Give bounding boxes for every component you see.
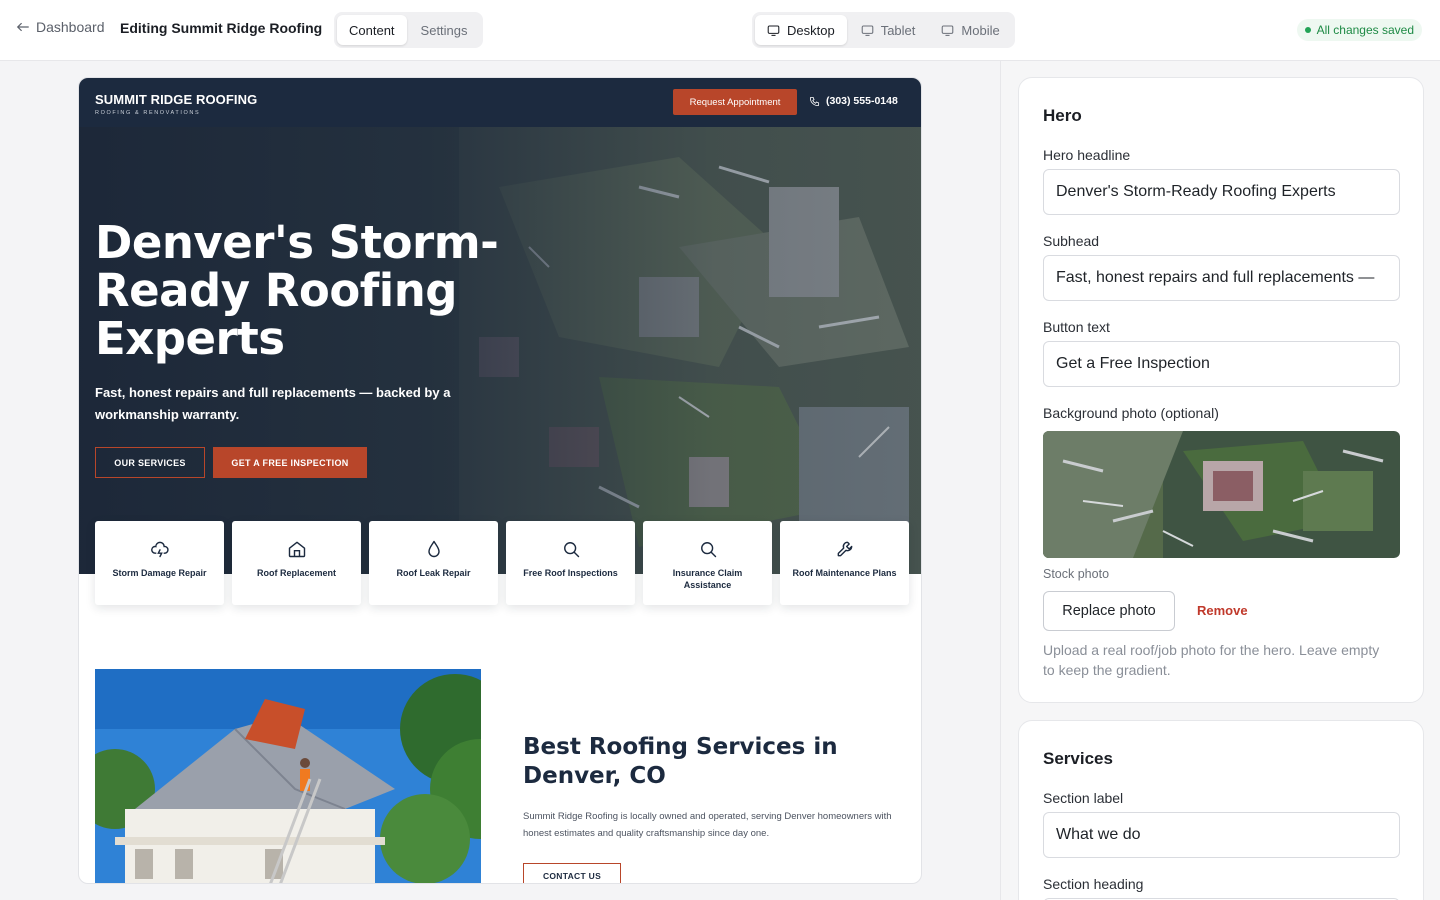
droplet-icon bbox=[427, 540, 440, 558]
hero-headline-label: Hero headline bbox=[1043, 147, 1131, 163]
card-title: Services bbox=[1043, 749, 1113, 768]
page-title: Editing Summit Ridge Roofing bbox=[120, 20, 323, 36]
contact-us-button[interactable]: CONTACT US bbox=[523, 863, 621, 883]
arrow-left-icon bbox=[16, 22, 29, 32]
tab-desktop-label: Desktop bbox=[787, 22, 835, 38]
button-text-input[interactable]: Get a Free Inspection bbox=[1043, 341, 1400, 387]
save-status-text: All changes saved bbox=[1316, 23, 1414, 37]
about-body: Summit Ridge Roofing is locally owned an… bbox=[523, 811, 892, 839]
hero-settings-card: Hero Hero headline Denver's Storm-Ready … bbox=[1018, 77, 1424, 703]
our-services-button[interactable]: OUR SERVICES bbox=[95, 447, 205, 478]
save-status-badge: All changes saved bbox=[1296, 19, 1422, 41]
service-label: Roof Replacement bbox=[256, 568, 336, 578]
home-icon bbox=[288, 541, 305, 558]
status-dot-icon bbox=[1304, 27, 1311, 33]
request-appointment-button[interactable]: Request Appointment bbox=[673, 89, 797, 115]
service-label: Free Roof Inspections bbox=[523, 568, 618, 578]
photo-caption: Stock photo bbox=[1043, 567, 1110, 581]
monitor-icon bbox=[767, 25, 780, 36]
preview-canvas: SUMMIT RIDGE ROOFING ROOFING & RENOVATIO… bbox=[0, 61, 1000, 900]
service-card[interactable]: Roof Maintenance Plans bbox=[780, 521, 909, 605]
subhead-input[interactable]: Fast, honest repairs and full replacemen… bbox=[1043, 255, 1400, 301]
tab-content[interactable]: Content bbox=[337, 15, 407, 45]
section-label-input[interactable]: What we do bbox=[1043, 812, 1400, 858]
tab-tablet[interactable]: Tablet bbox=[849, 15, 928, 45]
services-settings-card: Services Section label What we do Sectio… bbox=[1018, 720, 1424, 900]
service-label: Insurance Claim Assistance bbox=[672, 568, 743, 590]
hero-headline: Denver's Storm-Ready Roofing Experts bbox=[95, 216, 499, 365]
replace-photo-button[interactable]: Replace photo bbox=[1043, 591, 1175, 631]
service-label: Roof Leak Repair bbox=[396, 568, 471, 578]
hero-section: Denver's Storm-Ready Roofing Experts Fas… bbox=[79, 127, 921, 574]
site-logo[interactable]: SUMMIT RIDGE ROOFING ROOFING & RENOVATIO… bbox=[95, 92, 257, 116]
back-label: Dashboard bbox=[36, 19, 105, 35]
tab-mobile[interactable]: Mobile bbox=[929, 15, 1011, 45]
brand-name: SUMMIT RIDGE ROOFING bbox=[95, 92, 258, 107]
tab-mobile-label: Mobile bbox=[961, 22, 1000, 38]
tab-settings[interactable]: Settings bbox=[409, 15, 480, 45]
phone-icon bbox=[809, 96, 820, 106]
card-title: Hero bbox=[1043, 106, 1082, 125]
cloud-lightning-icon bbox=[150, 541, 169, 558]
section-label-label: Section label bbox=[1043, 790, 1124, 806]
site-header: SUMMIT RIDGE ROOFING ROOFING & RENOVATIO… bbox=[79, 78, 921, 127]
search-icon bbox=[700, 542, 716, 558]
service-card[interactable]: Free Roof Inspections bbox=[506, 521, 635, 605]
back-to-dashboard-link[interactable]: Dashboard bbox=[16, 19, 105, 35]
service-label: Roof Maintenance Plans bbox=[792, 568, 897, 578]
brand-tagline: ROOFING & RENOVATIONS bbox=[95, 110, 201, 116]
search-icon bbox=[563, 542, 579, 558]
device-preview-tabs: Desktop Tablet Mobile bbox=[752, 12, 1015, 48]
service-card[interactable]: Insurance Claim Assistance bbox=[643, 521, 772, 605]
service-card[interactable]: Roof Replacement bbox=[232, 521, 361, 605]
background-photo-thumbnail[interactable] bbox=[1043, 431, 1400, 558]
hero-subhead: Fast, honest repairs and full replacemen… bbox=[95, 385, 451, 422]
phone-link[interactable]: (303) 555-0148 bbox=[809, 95, 898, 107]
section-heading-label: Section heading bbox=[1043, 876, 1144, 892]
service-label: Storm Damage Repair bbox=[112, 568, 207, 578]
phone-number: (303) 555-0148 bbox=[826, 95, 898, 107]
tab-tablet-label: Tablet bbox=[880, 22, 916, 38]
service-card[interactable]: Storm Damage Repair bbox=[95, 521, 224, 605]
tab-desktop[interactable]: Desktop bbox=[755, 15, 847, 45]
subhead-label: Subhead bbox=[1043, 233, 1100, 249]
editor-panel: Hero Hero headline Denver's Storm-Ready … bbox=[1000, 61, 1440, 900]
services-strip: Storm Damage Repair Roof Replacement Roo… bbox=[95, 521, 909, 605]
wrench-icon bbox=[837, 541, 852, 557]
editor-mode-tabs: Content Settings bbox=[334, 12, 483, 48]
hero-headline-input[interactable]: Denver's Storm-Ready Roofing Experts bbox=[1043, 169, 1400, 215]
editor-topbar: Dashboard Editing Summit Ridge Roofing C… bbox=[0, 0, 1440, 61]
about-heading: Best Roofing Services in Denver, CO bbox=[523, 734, 838, 789]
photo-help-text: Upload a real roof/job photo for the her… bbox=[1043, 642, 1380, 678]
background-photo-label: Background photo (optional) bbox=[1043, 405, 1219, 421]
phone-device-icon bbox=[942, 25, 954, 36]
button-text-label: Button text bbox=[1043, 319, 1110, 335]
free-inspection-button[interactable]: GET A FREE INSPECTION bbox=[213, 447, 367, 478]
service-card[interactable]: Roof Leak Repair bbox=[369, 521, 498, 605]
site-preview: SUMMIT RIDGE ROOFING ROOFING & RENOVATIO… bbox=[78, 77, 922, 884]
about-roofer-photo bbox=[95, 669, 481, 883]
tablet-icon bbox=[861, 25, 874, 36]
remove-photo-button[interactable]: Remove bbox=[1197, 603, 1248, 618]
